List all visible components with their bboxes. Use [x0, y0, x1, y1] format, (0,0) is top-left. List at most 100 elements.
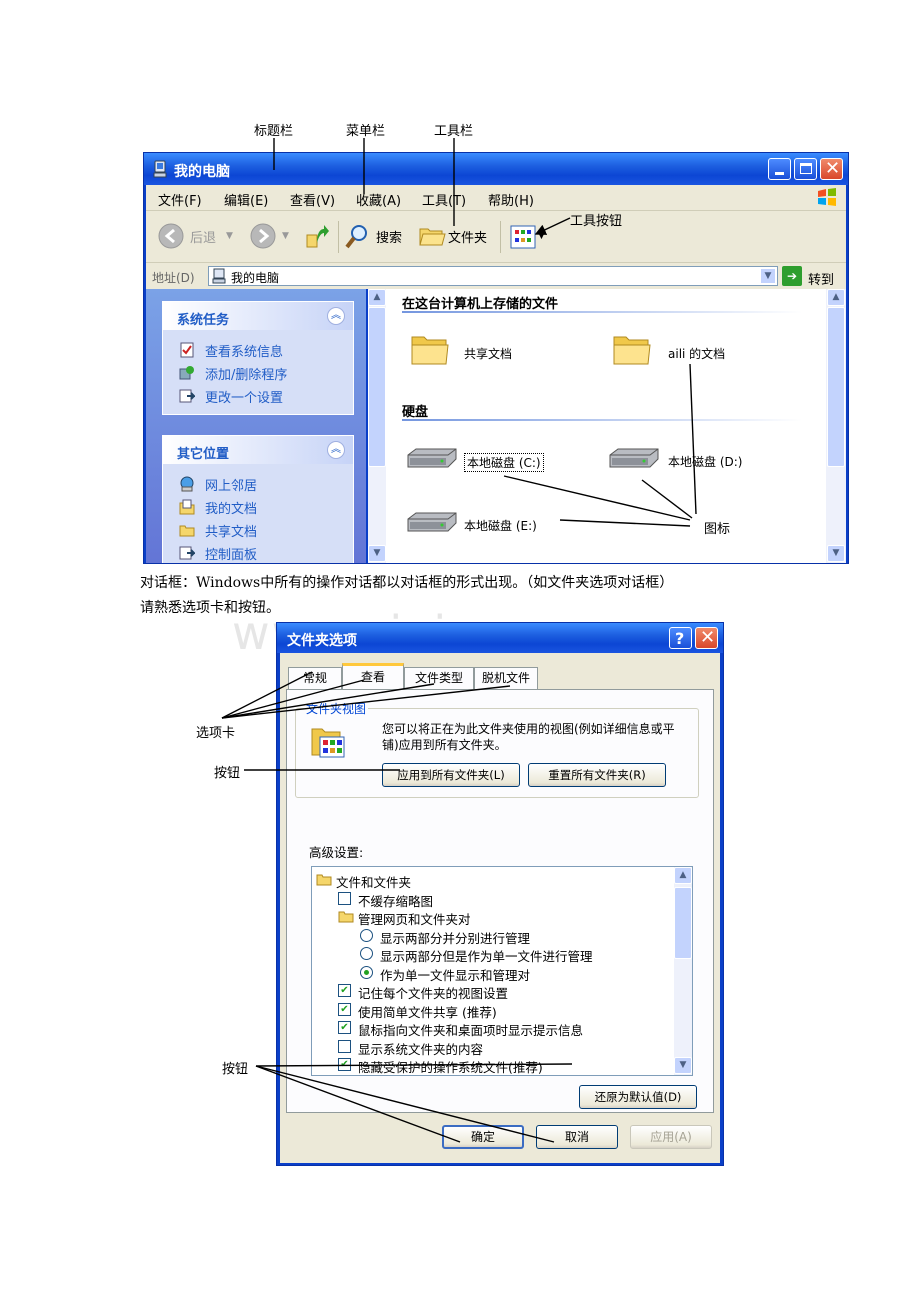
checkbox[interactable]: ✔: [338, 984, 351, 997]
dialog-close-button[interactable]: ✕: [695, 627, 718, 649]
advanced-setting-label: 显示两部分但是作为单一文件进行管理: [380, 949, 593, 964]
other-places-header[interactable]: 其它位置 ︽: [163, 436, 353, 464]
disk-c[interactable]: 本地磁盘 (C:): [464, 453, 544, 472]
forward-arrow-icon[interactable]: [250, 223, 276, 249]
back-button[interactable]: 后退: [190, 227, 216, 246]
file-view-scrollbar[interactable]: ▲ ▼: [826, 289, 846, 563]
checkbox[interactable]: ✔: [338, 1058, 351, 1071]
scroll-thumb[interactable]: [827, 307, 845, 467]
dialog-title-bar[interactable]: 文件夹选项 ? ✕: [277, 623, 723, 653]
checkbox[interactable]: ✔: [338, 1021, 351, 1034]
tab-offline-files[interactable]: 脱机文件: [474, 667, 538, 689]
restore-defaults-button[interactable]: 还原为默认值(D): [579, 1085, 697, 1109]
address-input[interactable]: 我的电脑 ▼: [208, 266, 778, 286]
back-dropdown-icon[interactable]: ▼: [226, 231, 233, 241]
checkbox[interactable]: [338, 891, 351, 905]
maximize-button[interactable]: [794, 158, 817, 180]
folders-icon[interactable]: [418, 223, 446, 249]
radio-button[interactable]: [360, 965, 373, 979]
folder-icon: [316, 874, 332, 886]
tab-view[interactable]: 查看: [342, 663, 404, 690]
views-icon[interactable]: [510, 225, 536, 249]
advanced-setting-label: 隐藏受保护的操作系统文件(推荐): [358, 1060, 543, 1075]
scroll-down-icon[interactable]: ▼: [674, 1057, 692, 1074]
place-network[interactable]: 网上邻居: [163, 472, 353, 495]
hard-disk-icon[interactable]: [406, 447, 458, 469]
ok-button[interactable]: 确定: [442, 1125, 524, 1149]
back-arrow-icon[interactable]: [158, 223, 184, 249]
folders-button[interactable]: 文件夹: [448, 227, 487, 246]
checkbox[interactable]: [338, 1039, 351, 1053]
radio-button[interactable]: [360, 928, 373, 942]
menu-tools[interactable]: 工具(T): [422, 190, 466, 209]
hard-disk-icon[interactable]: [608, 447, 660, 469]
collapse-chevron-icon[interactable]: ︽: [327, 307, 345, 325]
advanced-setting-label: 使用简单文件共享 (推荐): [358, 1004, 497, 1020]
go-arrow-icon[interactable]: ➔: [782, 266, 802, 286]
scroll-thumb[interactable]: [674, 887, 692, 959]
scroll-thumb[interactable]: [368, 307, 386, 467]
radio-button[interactable]: [360, 947, 373, 960]
menu-help[interactable]: 帮助(H): [488, 190, 534, 209]
folder-user-documents[interactable]: aili 的文档: [668, 345, 725, 362]
disk-d[interactable]: 本地磁盘 (D:): [668, 453, 742, 470]
minimize-button[interactable]: [768, 158, 791, 180]
disk-e[interactable]: 本地磁盘 (E:): [464, 517, 537, 534]
task-pane-scrollbar[interactable]: ▲ ▼: [368, 289, 386, 563]
system-tasks-header[interactable]: 系统任务 ︽: [163, 302, 353, 330]
advanced-scrollbar[interactable]: ▲ ▼: [674, 867, 692, 1075]
tab-file-types[interactable]: 文件类型: [404, 667, 474, 689]
menu-view[interactable]: 查看(V): [290, 190, 335, 209]
other-places-title: 其它位置: [177, 447, 230, 462]
reset-all-folders-button[interactable]: 重置所有文件夹(R): [528, 763, 666, 787]
apply-button[interactable]: 应用(A): [630, 1125, 712, 1149]
file-view: 在这台计算机上存储的文件 共享文档 aili 的文档 硬盘 本地磁盘 (C:) …: [386, 289, 826, 563]
checkbox[interactable]: ✔: [338, 1002, 351, 1016]
text-tabs: 选项卡: [182, 600, 224, 616]
scroll-up-icon[interactable]: ▲: [674, 867, 692, 884]
close-button[interactable]: ✕: [820, 158, 843, 180]
search-button[interactable]: 搜索: [376, 227, 402, 246]
task-view-system-info[interactable]: 查看系统信息: [163, 338, 353, 361]
forward-dropdown-icon[interactable]: ▼: [282, 231, 289, 241]
up-folder-icon[interactable]: [304, 221, 330, 251]
place-shared-documents[interactable]: 共享文档: [163, 518, 353, 541]
go-button[interactable]: 转到: [808, 269, 834, 288]
windows-logo-icon: [818, 188, 836, 206]
folder-shared-documents[interactable]: 共享文档: [464, 345, 512, 362]
apply-to-all-folders-button[interactable]: 应用到所有文件夹(L): [382, 763, 520, 787]
menu-file[interactable]: 文件(F): [158, 190, 202, 209]
views-dropdown-icon[interactable]: ▼: [538, 231, 545, 241]
control-panel-icon: [179, 389, 195, 403]
scroll-up-icon[interactable]: ▲: [827, 289, 845, 306]
search-icon[interactable]: [344, 223, 370, 251]
group-header-hard-disks: 硬盘: [402, 405, 429, 420]
callout-toolbar: 工具栏: [434, 124, 474, 139]
dialog-body: 常规 查看 文件类型 脱机文件 文件夹视图 您可以将正在为此文件夹使用的视图(例…: [280, 653, 720, 1163]
cancel-button[interactable]: 取消: [536, 1125, 618, 1149]
my-computer-icon: [212, 268, 226, 284]
folder-icon[interactable]: [410, 331, 450, 367]
callout-buttons-2: 按钮: [222, 1062, 249, 1077]
address-dropdown-icon[interactable]: ▼: [760, 268, 776, 284]
task-change-setting[interactable]: 更改一个设置: [163, 384, 353, 407]
scroll-down-icon[interactable]: ▼: [368, 545, 386, 562]
group-rule: [402, 311, 802, 313]
address-bar: 地址(D) 我的电脑 ▼ ➔ 转到: [146, 263, 846, 289]
menu-edit[interactable]: 编辑(E): [224, 190, 268, 209]
folder-views-icon: [311, 728, 345, 758]
folder-icon[interactable]: [612, 331, 652, 367]
title-bar[interactable]: 我的电脑 ✕: [144, 153, 848, 185]
hard-disk-icon[interactable]: [406, 511, 458, 533]
scroll-down-icon[interactable]: ▼: [827, 545, 845, 562]
window-title: 我的电脑: [174, 164, 230, 180]
scroll-up-icon[interactable]: ▲: [368, 289, 386, 306]
help-button[interactable]: ?: [669, 627, 692, 649]
dialog-title: 文件夹选项: [287, 633, 357, 649]
collapse-chevron-icon[interactable]: ︽: [327, 441, 345, 459]
place-my-documents[interactable]: 我的文档: [163, 495, 353, 518]
tab-general[interactable]: 常规: [288, 667, 342, 689]
menu-favorites[interactable]: 收藏(A): [356, 190, 401, 209]
place-control-panel[interactable]: 控制面板: [163, 541, 353, 563]
task-add-remove-programs[interactable]: 添加/删除程序: [163, 361, 353, 384]
